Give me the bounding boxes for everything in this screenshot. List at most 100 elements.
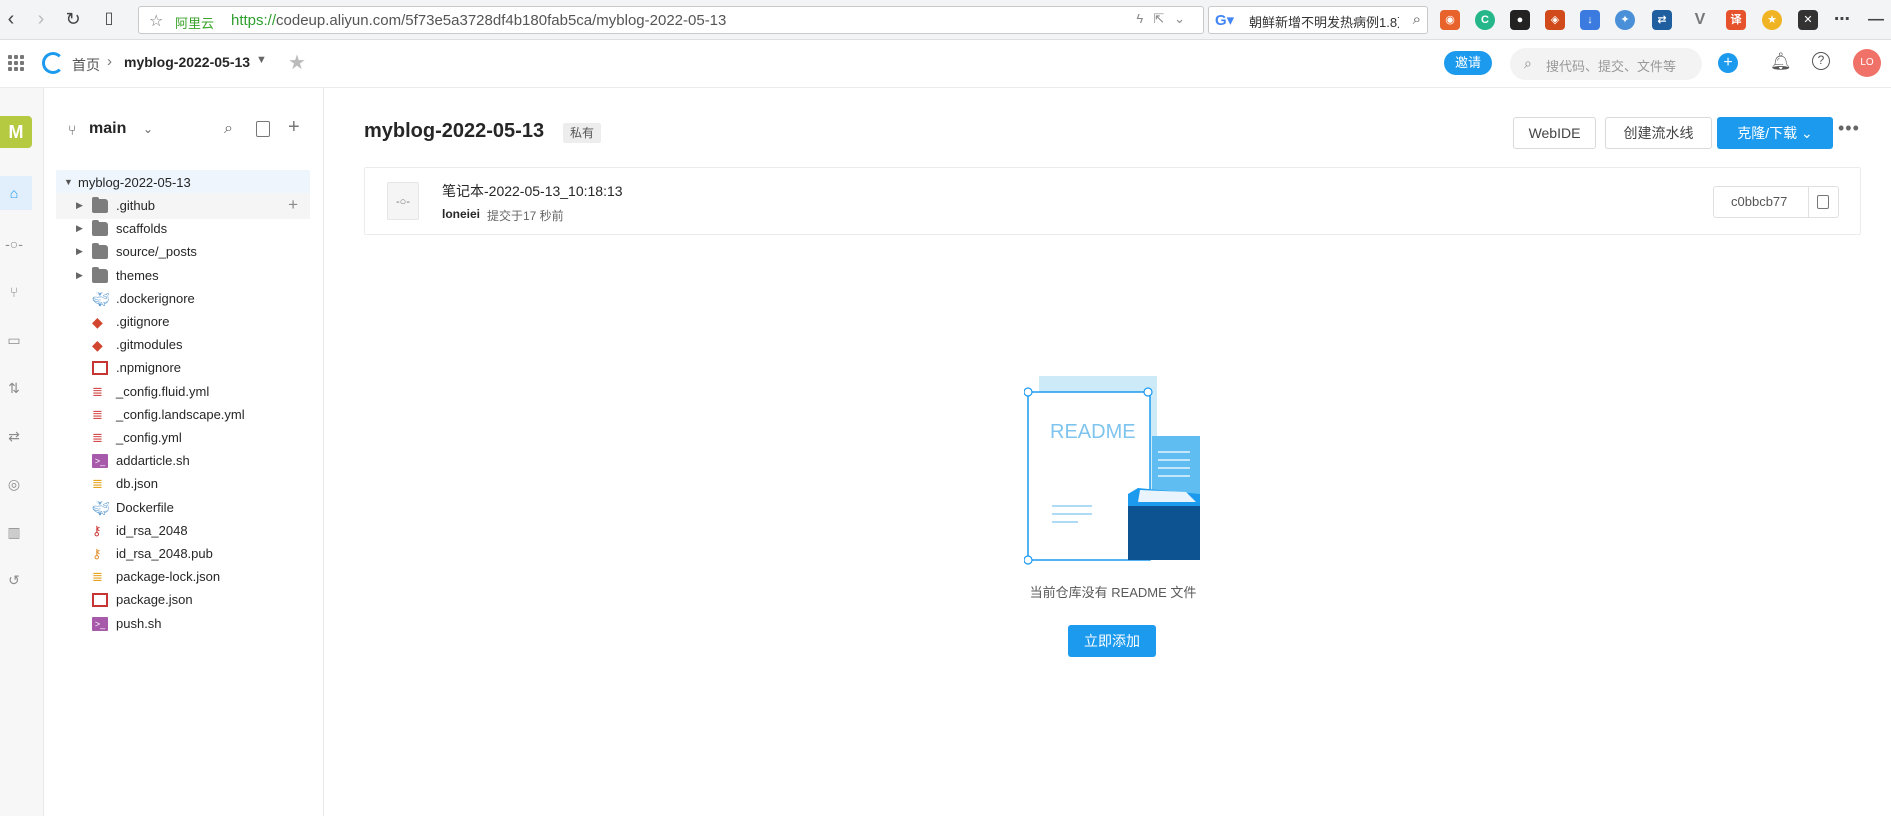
browser-search-box[interactable]: G▾ 朝鲜新增不明发热病例1.8万 ⌕: [1208, 6, 1428, 34]
json-icon: ≣: [92, 476, 103, 492]
tree-folder-row[interactable]: ▶ themes: [56, 263, 310, 289]
tree-folder-row[interactable]: ▶ source/_posts: [56, 239, 310, 265]
app-header: 首页 › myblog-2022-05-13 ▼ ★ 邀请 ⌕ 搜代码、提交、文…: [0, 40, 1891, 88]
add-readme-button[interactable]: 立即添加: [1068, 625, 1156, 657]
merge-request-icon[interactable]: ⇅: [4, 378, 24, 398]
chevron-down-icon[interactable]: ⌄: [143, 122, 153, 136]
shell-icon: >_: [92, 616, 108, 631]
extension-x-icon[interactable]: ✕: [1798, 10, 1818, 30]
breadcrumb-home[interactable]: 首页: [72, 55, 100, 75]
more-icon[interactable]: ⋯: [1832, 10, 1852, 30]
extension-game-icon[interactable]: ◉: [1440, 10, 1460, 30]
extension-v-icon[interactable]: V: [1690, 10, 1710, 30]
tree-file-row[interactable]: package.json: [56, 587, 310, 613]
reload-icon[interactable]: ↻: [62, 8, 84, 30]
tree-file-row[interactable]: ⚷ id_rsa_2048: [56, 518, 310, 544]
add-icon[interactable]: +: [288, 195, 298, 215]
invite-button[interactable]: 邀请: [1444, 51, 1492, 75]
clone-download-button[interactable]: 克隆/下载 ⌄: [1717, 117, 1833, 149]
address-bar[interactable]: ☆ 阿里云 https://codeup.aliyun.com/5f73e5a3…: [138, 6, 1204, 34]
reader-icon[interactable]: ▯: [98, 8, 120, 30]
docker-icon: 🐳︎: [92, 290, 110, 307]
url-text[interactable]: https://codeup.aliyun.com/5f73e5a3728df4…: [231, 12, 726, 29]
caret-right-icon[interactable]: ▶: [76, 270, 83, 281]
stats-icon[interactable]: ▥: [4, 522, 24, 542]
bell-icon[interactable]: 🔔︎: [1770, 52, 1792, 72]
minimize-icon[interactable]: —: [1866, 10, 1886, 30]
user-avatar[interactable]: LO: [1853, 49, 1881, 77]
help-icon[interactable]: ?: [1812, 52, 1830, 70]
home-code-icon: ⌂: [9, 185, 19, 201]
tree-item-label: push.sh: [116, 615, 162, 631]
extension-translate-icon[interactable]: 译: [1726, 10, 1746, 30]
browser-search-text[interactable]: 朝鲜新增不明发热病例1.8万: [1249, 12, 1399, 31]
copy-icon[interactable]: [1817, 195, 1829, 209]
create-pipeline-button[interactable]: 创建流水线: [1605, 117, 1712, 149]
tree-file-row[interactable]: ≣ _config.yml: [56, 425, 310, 451]
tag-icon[interactable]: ▭: [4, 330, 24, 350]
tree-file-row[interactable]: >_ push.sh: [56, 611, 310, 637]
tree-file-row[interactable]: ≣ _config.landscape.yml: [56, 402, 310, 428]
tree-item-label: .npmignore: [116, 360, 182, 376]
search-placeholder: 搜代码、提交、文件等: [1546, 59, 1677, 74]
star-icon[interactable]: ★: [288, 50, 306, 75]
extension-compass-icon[interactable]: ✦: [1615, 10, 1635, 30]
commit-icon[interactable]: -○-: [4, 234, 24, 254]
caret-right-icon[interactable]: ▶: [76, 200, 83, 211]
extension-orange-icon[interactable]: ◈: [1545, 10, 1565, 30]
tree-file-row[interactable]: 🐳︎ .dockerignore: [56, 286, 310, 312]
tree-file-row[interactable]: ◆ .gitmodules: [56, 332, 310, 358]
bookmark-star-icon[interactable]: ☆: [149, 11, 163, 31]
rail-item-overview-active[interactable]: ⌂: [0, 176, 32, 210]
more-actions-icon[interactable]: •••: [1838, 118, 1860, 139]
copy-icon[interactable]: [256, 121, 270, 137]
tree-file-row[interactable]: ◆ .gitignore: [56, 309, 310, 335]
extension-download-icon[interactable]: ↓: [1580, 10, 1600, 30]
codeup-logo-icon[interactable]: [42, 52, 64, 74]
back-icon[interactable]: ‹: [0, 8, 22, 30]
tree-item-label: id_rsa_2048: [116, 522, 188, 538]
webide-button[interactable]: WebIDE: [1513, 117, 1596, 149]
breadcrumb-repo[interactable]: myblog-2022-05-13: [124, 54, 250, 70]
address-bar-actions[interactable]: ϟ⇱⌄: [1136, 11, 1195, 27]
tree-file-row[interactable]: ≣ package-lock.json: [56, 564, 310, 590]
caret-right-icon[interactable]: ▶: [76, 246, 83, 257]
tree-file-row[interactable]: ≣ db.json: [56, 471, 310, 497]
branch-selector[interactable]: main: [89, 120, 126, 138]
tree-file-row[interactable]: .npmignore: [56, 355, 310, 381]
tree-folder-row[interactable]: ▶ scaffolds: [56, 216, 310, 242]
tree-item-label: .github: [116, 198, 156, 213]
create-plus-button[interactable]: +: [1718, 53, 1738, 73]
chevron-down-icon[interactable]: ▼: [256, 54, 267, 66]
google-icon[interactable]: G▾: [1215, 11, 1234, 29]
search-icon[interactable]: ⌕: [1413, 11, 1421, 28]
apps-grid-icon[interactable]: [8, 55, 24, 71]
caret-right-icon[interactable]: ▶: [76, 223, 83, 234]
search-icon[interactable]: ⌕: [224, 120, 233, 138]
tree-file-row[interactable]: 🐳︎ Dockerfile: [56, 495, 310, 521]
extension-green-icon[interactable]: C: [1475, 10, 1495, 30]
tree-file-row[interactable]: ≣ _config.fluid.yml: [56, 379, 310, 405]
folder-icon: [92, 243, 108, 260]
commit-message[interactable]: 笔记本-2022-05-13_10:18:13: [442, 181, 623, 201]
commit-hash[interactable]: c0bbcb77: [1731, 194, 1787, 209]
tree-folder-row[interactable]: ▶ .github +: [56, 193, 310, 219]
breadcrumb-separator-icon: ›: [107, 53, 112, 70]
tree-file-row[interactable]: >_ addarticle.sh: [56, 448, 310, 474]
extension-blue-icon[interactable]: ⇄: [1652, 10, 1672, 30]
security-icon[interactable]: ◎: [4, 474, 24, 494]
forward-icon[interactable]: ›: [30, 8, 52, 30]
history-icon[interactable]: ↺: [4, 570, 24, 590]
global-search-input[interactable]: ⌕ 搜代码、提交、文件等: [1510, 48, 1702, 80]
tree-item-label: .dockerignore: [116, 290, 195, 306]
compare-icon[interactable]: ⇄: [4, 426, 24, 446]
tree-item-label: db.json: [116, 476, 158, 492]
branch-icon[interactable]: ⑂: [4, 282, 24, 302]
extension-dark-icon[interactable]: ●: [1510, 10, 1530, 30]
add-file-icon[interactable]: +: [288, 116, 300, 139]
tree-file-row[interactable]: ⚷ id_rsa_2048.pub: [56, 541, 310, 567]
commit-time: 提交于17 秒前: [487, 209, 564, 223]
repo-avatar[interactable]: M: [0, 116, 32, 148]
commit-author[interactable]: loneiei: [442, 207, 480, 221]
extension-yellow-icon[interactable]: ★: [1762, 10, 1782, 30]
